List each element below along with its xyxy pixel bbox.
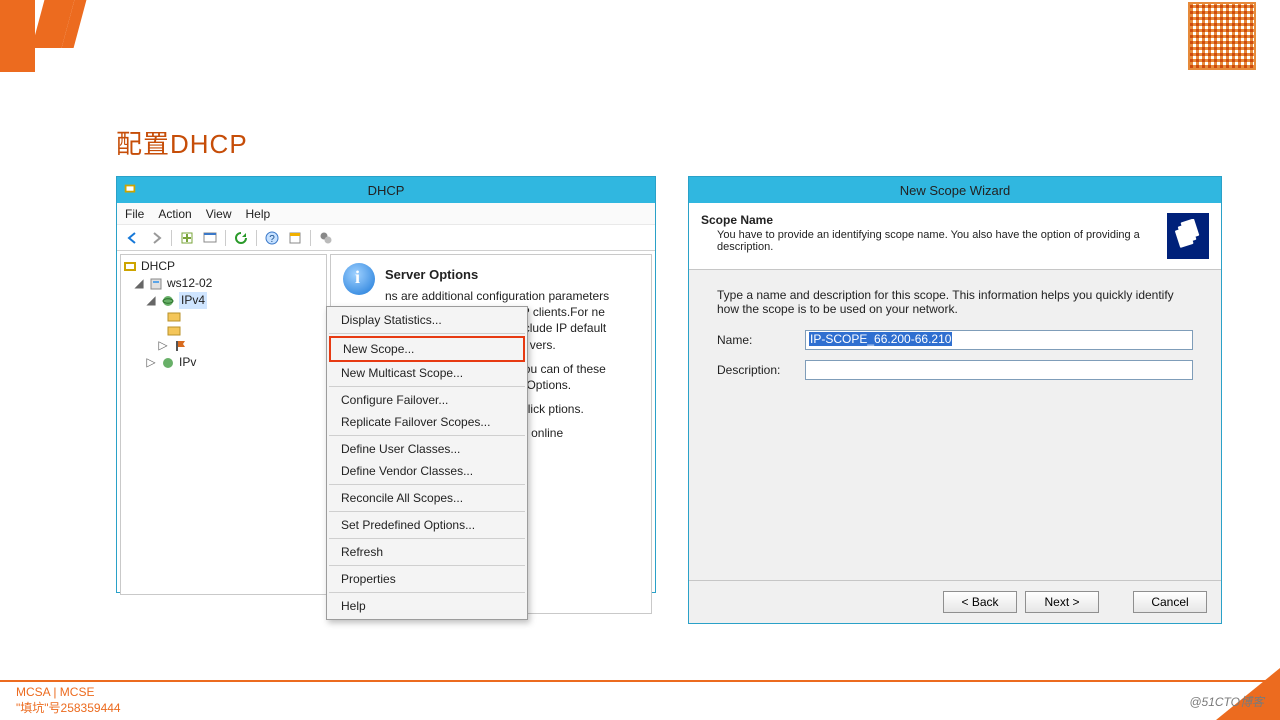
window-titlebar[interactable]: DHCP [117, 177, 655, 203]
ctx-new-scope[interactable]: New Scope... [329, 336, 525, 362]
ctx-refresh[interactable]: Refresh [329, 541, 525, 563]
tree-cut-2[interactable] [123, 323, 324, 337]
cancel-button[interactable]: Cancel [1133, 591, 1207, 613]
prop-button[interactable] [285, 228, 305, 248]
tree-ipv-bottom-label: IPv [179, 354, 196, 371]
name-input[interactable]: IP-SCOPE_66.200-66.210 [805, 330, 1193, 350]
tree-ipv4[interactable]: ◢ IPv4 [123, 292, 324, 309]
wizard-body: Type a name and description for this sco… [689, 270, 1221, 580]
wizard-header: Scope Name You have to provide an identi… [689, 203, 1221, 270]
ctx-sep [329, 333, 525, 334]
qr-code [1188, 2, 1256, 70]
tree-cut-3[interactable]: ▷ [123, 337, 324, 354]
info-icon [343, 263, 375, 295]
ctx-sep [329, 565, 525, 566]
refresh-button[interactable] [231, 228, 251, 248]
flag-icon [173, 339, 187, 353]
menu-file[interactable]: File [125, 207, 144, 221]
window-titlebar[interactable]: New Scope Wizard [689, 177, 1221, 203]
tree-root[interactable]: DHCP [123, 258, 324, 275]
context-menu: Display Statistics... New Scope... New M… [326, 306, 528, 620]
wizard-header-icon [1167, 213, 1209, 259]
ctx-define-vendor-classes[interactable]: Define Vendor Classes... [329, 460, 525, 482]
ctx-reconcile-scopes[interactable]: Reconcile All Scopes... [329, 487, 525, 509]
wizard-heading: Scope Name [701, 213, 773, 227]
name-input-value: IP-SCOPE_66.200-66.210 [809, 332, 952, 346]
menu-view[interactable]: View [206, 207, 232, 221]
ctx-sep [329, 386, 525, 387]
back-button[interactable] [123, 228, 143, 248]
description-label: Description: [717, 363, 805, 377]
toolbar-sep-2 [225, 230, 226, 246]
ctx-sep [329, 484, 525, 485]
window-title-text: DHCP [368, 183, 405, 198]
tree-pane[interactable]: DHCP ◢ ws12-02 ◢ IPv4 ▷ [120, 254, 327, 595]
ctx-properties[interactable]: Properties [329, 568, 525, 590]
svg-text:?: ? [269, 234, 275, 245]
back-button[interactable]: < Back [943, 591, 1017, 613]
watermark: @51CTO博客 [1189, 693, 1264, 710]
ctx-sep [329, 538, 525, 539]
menu-help[interactable]: Help [246, 207, 271, 221]
tree-server[interactable]: ◢ ws12-02 [123, 275, 324, 292]
next-button[interactable]: Next > [1025, 591, 1099, 613]
folder-icon [167, 309, 181, 323]
server-icon [149, 277, 163, 291]
slide-title: 配置DHCP [116, 124, 248, 161]
footer-line1: MCSA | MCSE [16, 685, 121, 701]
header-accent-bar [0, 0, 35, 72]
tree-cut-1[interactable] [123, 309, 324, 323]
ctx-replicate-failover[interactable]: Replicate Failover Scopes... [329, 411, 525, 433]
ctx-set-predefined-options[interactable]: Set Predefined Options... [329, 514, 525, 536]
new-button[interactable] [177, 228, 197, 248]
wizard-title-text: New Scope Wizard [900, 183, 1011, 198]
description-input[interactable] [805, 360, 1193, 380]
dhcp-root-icon [123, 260, 137, 274]
ctx-help[interactable]: Help [329, 595, 525, 617]
ctx-sep [329, 511, 525, 512]
tree-root-label: DHCP [141, 258, 175, 275]
ipv6-icon [161, 356, 175, 370]
ctx-new-multicast-scope[interactable]: New Multicast Scope... [329, 362, 525, 384]
ipv4-icon [161, 294, 175, 308]
options-button[interactable] [316, 228, 336, 248]
folder-icon [167, 323, 181, 337]
ctx-configure-failover[interactable]: Configure Failover... [329, 389, 525, 411]
new-scope-wizard-window: New Scope Wizard Scope Name You have to … [688, 176, 1222, 624]
help-button[interactable]: ? [262, 228, 282, 248]
tree-server-label: ws12-02 [167, 275, 212, 292]
ctx-sep [329, 592, 525, 593]
ctx-display-statistics[interactable]: Display Statistics... [329, 309, 525, 331]
console-button[interactable] [200, 228, 220, 248]
toolbar: ? [117, 225, 655, 251]
wizard-footer: < Back Next > Cancel [689, 580, 1221, 623]
toolbar-sep-4 [310, 230, 311, 246]
forward-button[interactable] [146, 228, 166, 248]
menu-bar: File Action View Help [117, 203, 655, 225]
toolbar-sep-3 [256, 230, 257, 246]
menu-action[interactable]: Action [158, 207, 191, 221]
dhcp-icon [123, 182, 137, 196]
content-heading: Server Options [343, 267, 641, 282]
tree-ipv4-label: IPv4 [179, 292, 207, 309]
wizard-subheading: You have to provide an identifying scope… [717, 229, 1157, 253]
wizard-instructions: Type a name and description for this sco… [717, 288, 1193, 316]
toolbar-sep-1 [171, 230, 172, 246]
tree-ipv-bottom[interactable]: ▷ IPv [123, 354, 324, 371]
slide-footer: MCSA | MCSE "填坑"号258359444 @51CTO博客 [0, 680, 1280, 720]
ctx-define-user-classes[interactable]: Define User Classes... [329, 438, 525, 460]
footer-line2: "填坑"号258359444 [16, 701, 121, 717]
name-label: Name: [717, 333, 805, 347]
ctx-sep [329, 435, 525, 436]
